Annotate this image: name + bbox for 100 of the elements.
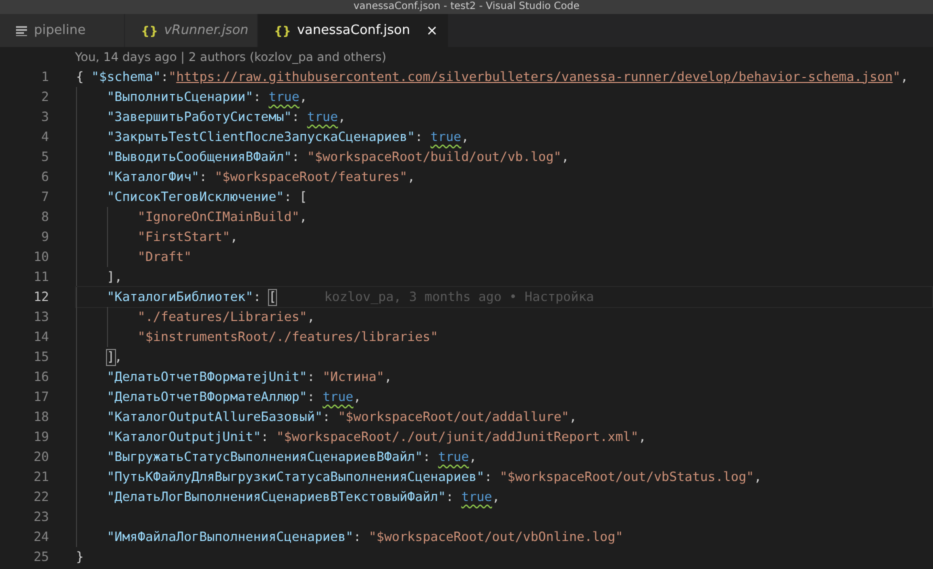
line-number: 4 (40, 130, 49, 144)
line-number: 21 (32, 470, 49, 484)
punctuation: : (446, 490, 455, 504)
line-number: 16 (32, 370, 49, 384)
blame-annotation: kozlov_pa, 3 months ago • Настройка (324, 290, 594, 304)
punctuation: , (338, 110, 346, 124)
blame-header[interactable]: You, 14 days ago | 2 authors (kozlov_pa and others) (75, 47, 933, 67)
punctuation: : (422, 450, 432, 464)
punctuation: : (307, 390, 316, 404)
boolean-value: true (322, 390, 354, 404)
punctuation: , (638, 430, 646, 444)
punctuation: , (384, 370, 392, 384)
window-title: vanessaConf.json - test2 - Visual Studio Code (353, 1, 580, 13)
string-value: "Истина" (322, 370, 384, 384)
json-file-icon: {} (141, 24, 158, 38)
string-value: "$workspaceRoot/out/addallure" (338, 410, 570, 424)
punctuation: : (322, 410, 332, 424)
string-value: "$workspaceRoot/features" (214, 170, 408, 184)
editor-tab[interactable]: {} vanessaConf.json × (258, 14, 449, 47)
punctuation: , (230, 230, 238, 244)
string-value: "$workspaceRoot/build/out/vb.log" (307, 150, 562, 164)
punctuation: , (900, 70, 908, 84)
punctuation: , (407, 170, 416, 184)
close-icon[interactable]: × (426, 22, 438, 38)
boolean-value: true (307, 110, 338, 124)
string-value: "FirstStart" (138, 230, 230, 244)
line-number: 8 (40, 210, 49, 224)
editor-tab[interactable]: {} vRunner.json (125, 14, 258, 47)
line-number: 15 (32, 350, 49, 364)
json-key: "ДелатьЛогВыполненияСценариевВТекстовыйФайл" (106, 490, 446, 504)
punctuation: : (292, 150, 300, 164)
line-number: 5 (40, 150, 49, 164)
string-value: "$workspaceRoot/out/vbStatus.log" (500, 470, 754, 484)
line-number: 18 (32, 410, 49, 424)
string-value: "./features/Libraries" (138, 310, 308, 324)
line-number: 11 (32, 270, 49, 284)
json-key: "ВыводитьСообщенияВФайл" (106, 150, 292, 164)
punctuation: , (114, 350, 122, 364)
punctuation: : (199, 170, 208, 184)
punctuation: : [ (284, 190, 308, 204)
line-number: 25 (32, 550, 49, 564)
json-key: "КаталогOutputAllureБазовый" (106, 410, 323, 424)
punctuation: , (561, 150, 570, 164)
json-key: "ДелатьОтчетВФорматеАллюр" (106, 390, 308, 404)
line-number: 17 (32, 390, 49, 404)
punctuation: , (569, 410, 577, 424)
punctuation: , (299, 210, 308, 224)
punctuation: : (415, 130, 424, 144)
punctuation: : (260, 430, 270, 444)
punctuation: : (253, 290, 262, 304)
json-key: "ЗавершитьРаботуСистемы" (106, 110, 292, 124)
line-number: 24 (32, 530, 49, 544)
punctuation: , (468, 450, 477, 464)
string-value: " (168, 70, 176, 84)
text-file-icon (16, 26, 28, 36)
json-key: "КаталогOutputjUnit" (106, 430, 261, 444)
json-file-icon: {} (274, 24, 292, 38)
json-key: "ЗакрытьTestClientПослеЗапускаСценариев" (106, 130, 415, 144)
json-key: "КаталогФич" (106, 170, 200, 184)
string-value: "IgnoreOnCIMainBuild" (138, 210, 300, 224)
boolean-value: true (438, 450, 469, 464)
boolean-value: true (461, 490, 492, 504)
string-value: "$workspaceRoot/./out/junit/addJunitReport.xml" (276, 430, 638, 444)
json-key: "ДелатьОтчетВФорматеjUnit" (106, 370, 308, 384)
line-number: 1 (40, 70, 49, 84)
json-key: "ВыполнитьСценарии" (106, 90, 254, 104)
bracket: ] (106, 350, 115, 364)
punctuation: : (160, 70, 168, 84)
boolean-value: true (430, 130, 462, 144)
string-value: " (892, 70, 900, 84)
line-number: 12 (32, 290, 49, 304)
punctuation: : (253, 90, 262, 104)
line-number: 9 (40, 230, 49, 244)
line-number: 10 (32, 250, 49, 264)
json-key: "СписокТеговИсключение" (106, 190, 284, 204)
punctuation: , (307, 310, 315, 324)
json-key: "КаталогиБиблиотек" (106, 290, 254, 304)
punctuation: : (353, 530, 362, 544)
json-key: "ПутьКФайлуДляВыгрузкиСтатусаВыполненияСценариев" (106, 470, 484, 484)
line-number: 20 (32, 450, 49, 464)
punctuation: { (76, 70, 85, 84)
editor-tab[interactable]: pipeline (0, 14, 125, 47)
json-key: "ИмяФайлаЛогВыполненияСценариев" (106, 530, 354, 544)
line-number: 23 (32, 510, 49, 524)
url-link[interactable]: https://raw.githubusercontent.com/silverbulleters/vanessa-runner/develop/behavior-schema.json (176, 70, 893, 84)
punctuation: , (353, 390, 362, 404)
line-number: 14 (32, 330, 49, 344)
punctuation: } (76, 550, 84, 564)
boolean-value: true (268, 90, 300, 104)
line-number: 22 (32, 490, 49, 504)
line-number: 2 (40, 90, 49, 104)
string-value: "$instrumentsRoot/./features/libraries" (138, 330, 438, 344)
punctuation: , (754, 470, 762, 484)
bracket: [ (268, 290, 276, 304)
line-number: 19 (32, 430, 49, 444)
json-key: "$schema" (91, 70, 161, 84)
line-number: 13 (32, 310, 49, 324)
string-value: "$workspaceRoot/out/vbOnline.log" (368, 530, 624, 544)
punctuation: , (461, 130, 469, 144)
punctuation: : (484, 470, 494, 484)
